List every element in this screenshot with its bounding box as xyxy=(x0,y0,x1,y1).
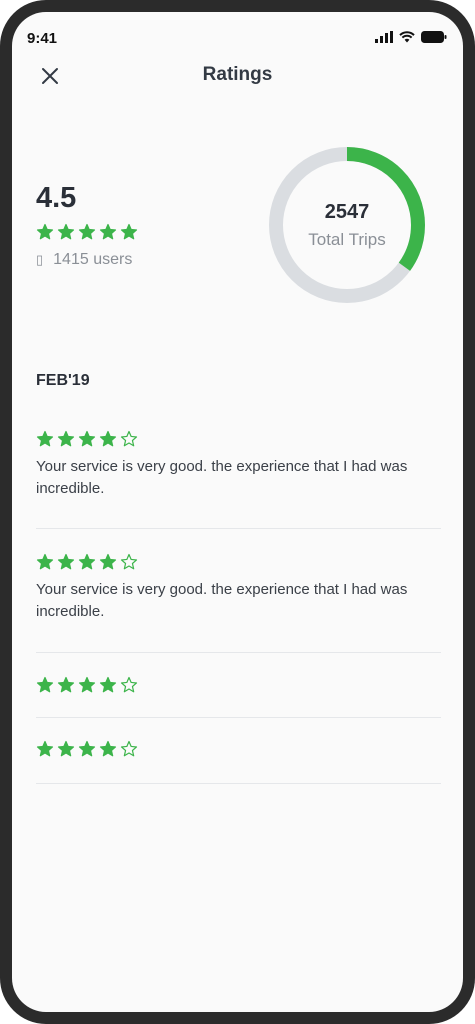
review-divider xyxy=(36,783,441,784)
star-filled-icon xyxy=(57,430,75,447)
review-text: Your service is very good. the experienc… xyxy=(36,458,408,497)
star-filled-icon xyxy=(36,430,54,447)
star-filled-icon xyxy=(99,553,117,570)
review-item xyxy=(36,676,441,694)
status-icons xyxy=(375,31,447,43)
review-item: Your service is very good. the experienc… xyxy=(36,553,441,623)
star-empty-icon xyxy=(120,740,138,757)
average-rating: 4.5 xyxy=(36,182,77,214)
nav-bar: Ratings xyxy=(12,56,463,96)
month-label: FEB'19 xyxy=(36,372,90,389)
summary-stars xyxy=(36,223,138,241)
star-filled-icon xyxy=(99,676,117,693)
screen: 9:41 Ratings 4.5 ▯ 1415 users 2547 Total… xyxy=(12,12,463,1012)
star-filled-icon xyxy=(57,676,75,693)
star-filled-icon xyxy=(36,553,54,570)
rating-summary: 4.5 ▯ 1415 users xyxy=(36,182,138,269)
star-filled-icon xyxy=(78,676,96,693)
trips-donut: 2547 Total Trips xyxy=(266,144,428,306)
donut-center: 2547 Total Trips xyxy=(266,144,428,306)
status-bar: 9:41 xyxy=(12,12,463,56)
review-divider xyxy=(36,652,441,653)
star-empty-icon xyxy=(120,553,138,570)
star-filled-icon xyxy=(78,223,96,240)
star-filled-icon xyxy=(99,740,117,757)
star-empty-icon xyxy=(120,676,138,693)
review-stars xyxy=(36,740,441,758)
star-filled-icon xyxy=(99,430,117,447)
review-divider xyxy=(36,717,441,718)
user-icon: ▯ xyxy=(36,252,44,267)
total-trips-value: 2547 xyxy=(324,200,370,223)
star-filled-icon xyxy=(78,430,96,447)
star-filled-icon xyxy=(36,740,54,757)
review-text: Your service is very good. the experienc… xyxy=(36,581,408,620)
star-filled-icon xyxy=(78,740,96,757)
star-filled-icon xyxy=(99,223,117,240)
star-filled-icon xyxy=(36,223,54,240)
star-filled-icon xyxy=(57,223,75,240)
total-trips-label: Total Trips xyxy=(308,229,386,249)
star-empty-icon xyxy=(120,430,138,447)
review-item xyxy=(36,740,441,758)
status-time: 9:41 xyxy=(27,30,58,47)
review-item: Your service is very good. the experienc… xyxy=(36,430,441,500)
battery-icon xyxy=(421,31,447,43)
star-filled-icon xyxy=(57,740,75,757)
star-filled-icon xyxy=(78,553,96,570)
page-title: Ratings xyxy=(202,64,273,85)
wifi-icon xyxy=(399,31,415,43)
review-stars xyxy=(36,553,441,571)
device-frame: 9:41 Ratings 4.5 ▯ 1415 users 2547 Total… xyxy=(0,0,475,1024)
signal-icon xyxy=(375,31,393,43)
star-filled-icon xyxy=(120,223,138,240)
review-stars xyxy=(36,676,441,694)
users-count: ▯ 1415 users xyxy=(36,251,138,269)
star-filled-icon xyxy=(57,553,75,570)
star-filled-icon xyxy=(36,676,54,693)
review-stars xyxy=(36,430,441,448)
review-divider xyxy=(36,528,441,529)
users-count-text: 1415 users xyxy=(53,251,133,268)
